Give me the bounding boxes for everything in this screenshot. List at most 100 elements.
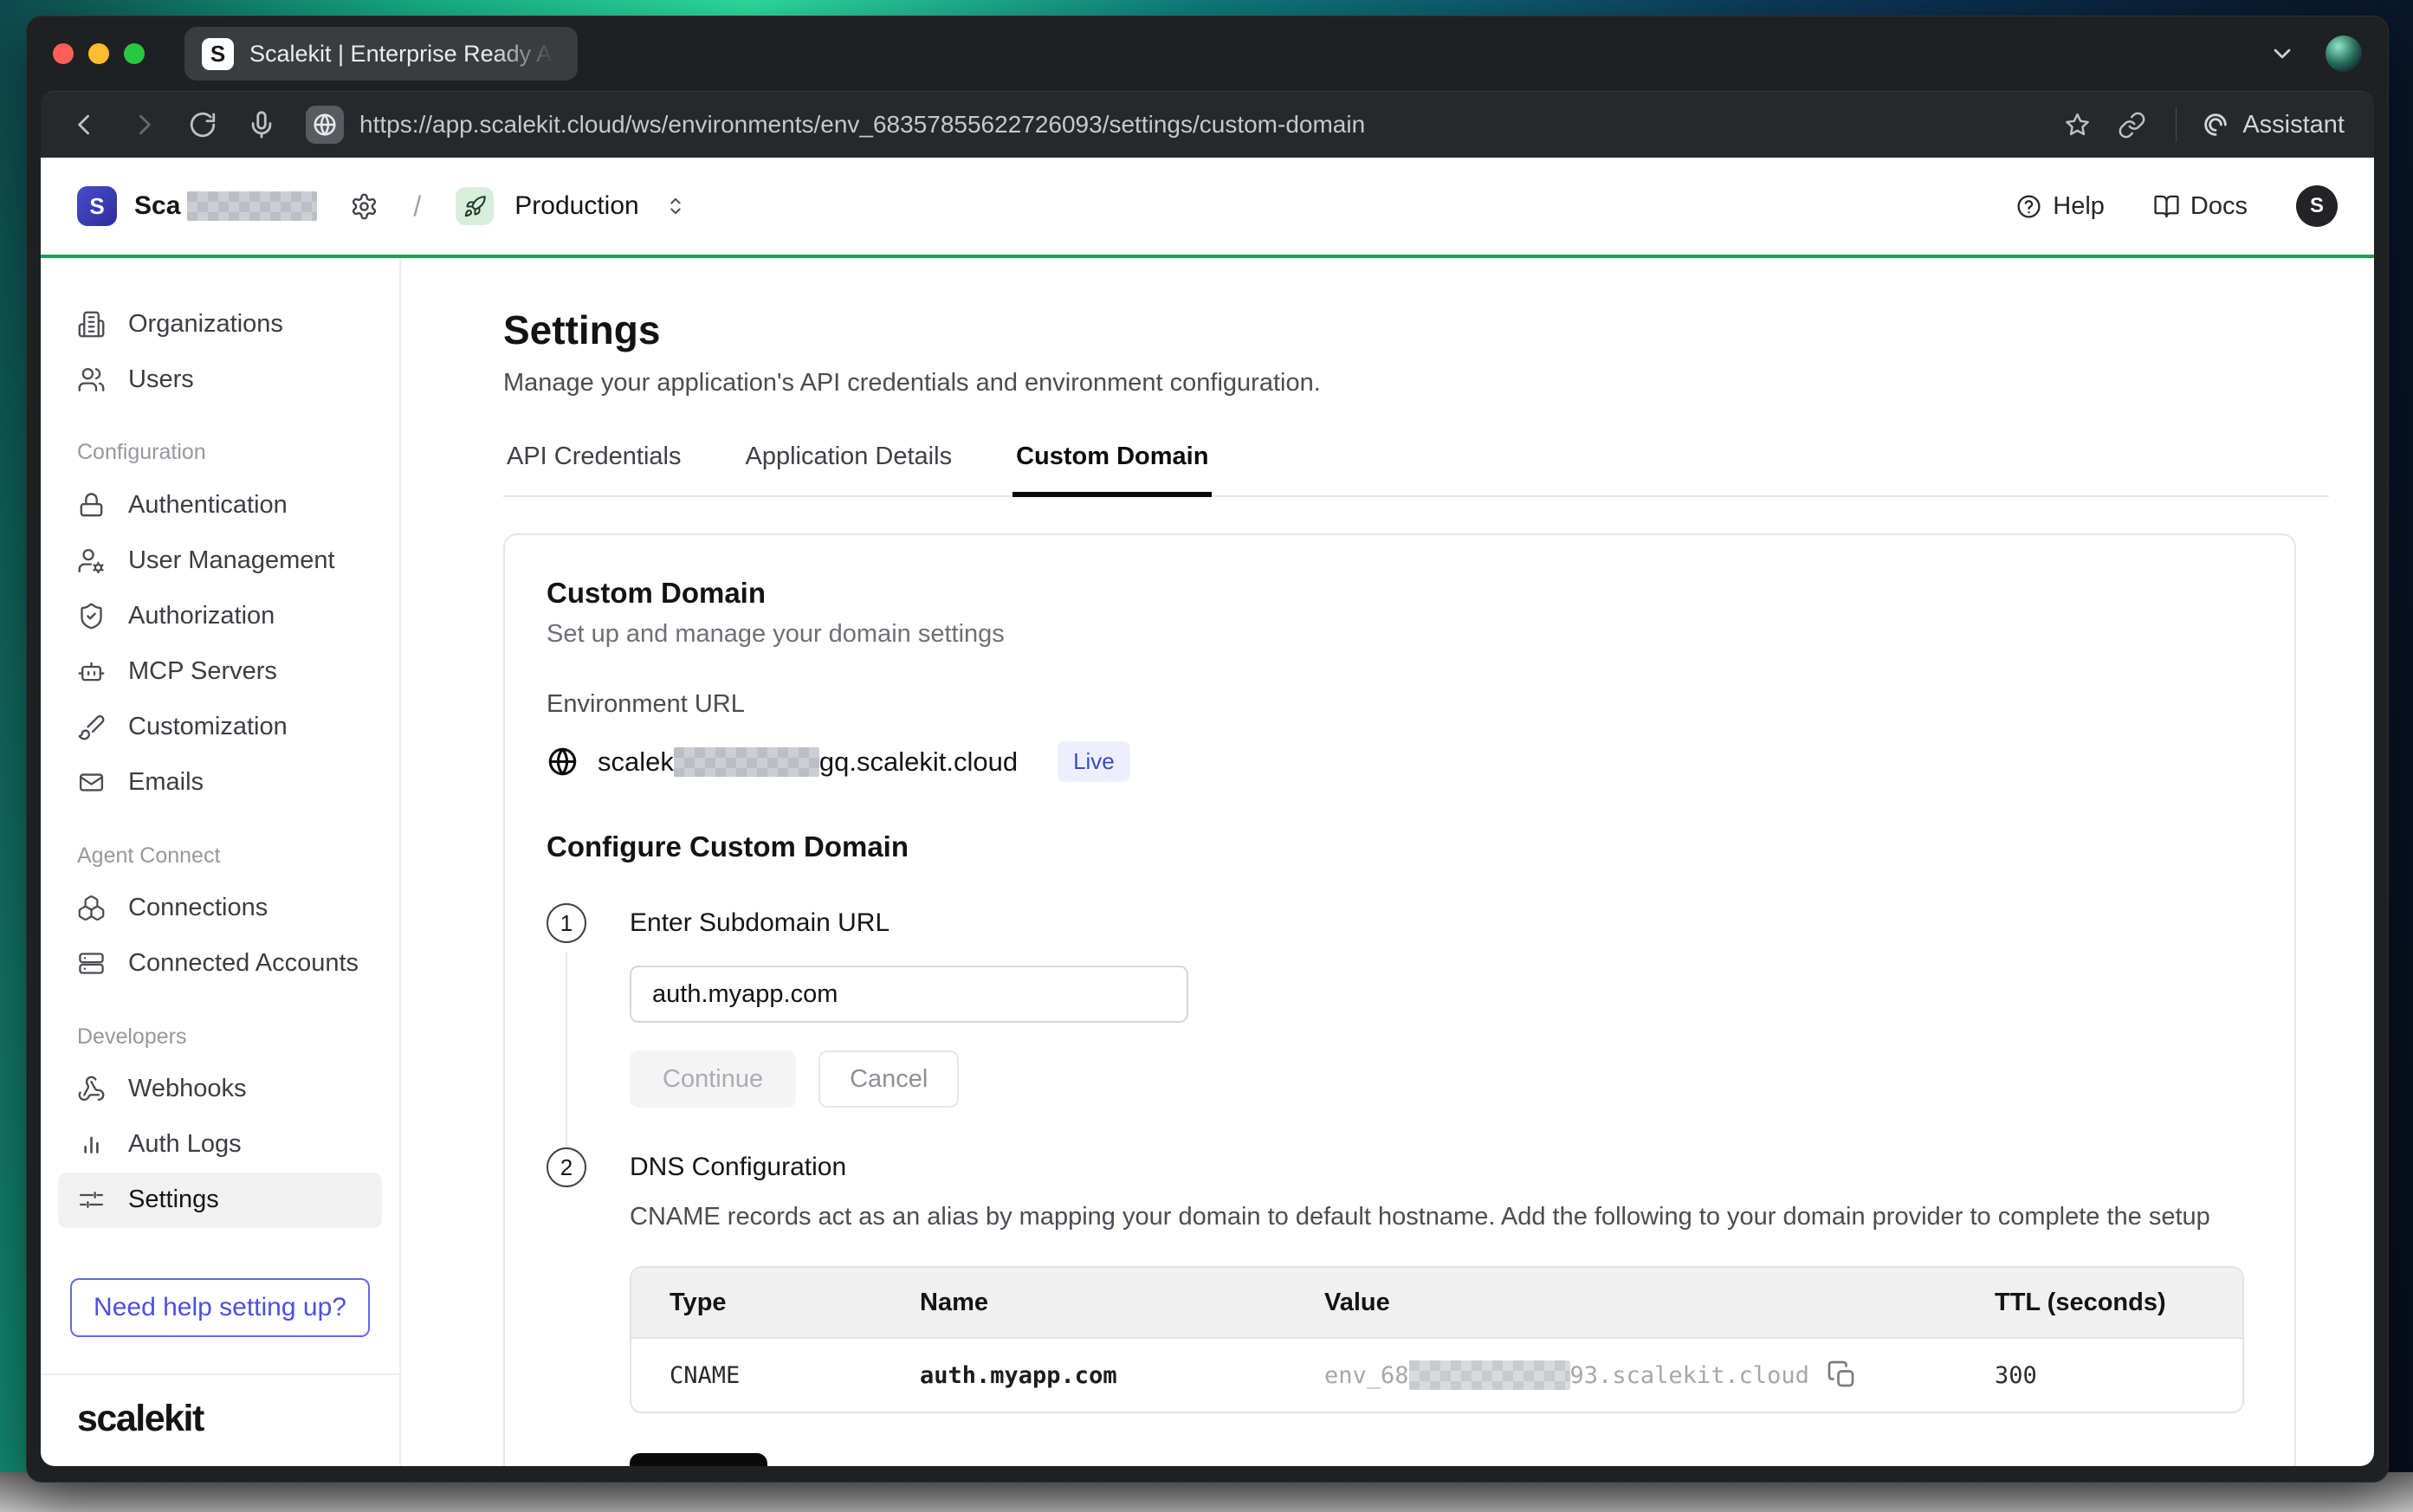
help-label: Help <box>2053 192 2105 221</box>
continue-button[interactable]: Continue <box>630 1050 796 1108</box>
workspace-name-prefix: Sca <box>134 191 180 221</box>
sidebar-item-authentication[interactable]: Authentication <box>58 477 382 533</box>
globe-icon <box>547 746 579 778</box>
question-circle-icon <box>2015 193 2042 220</box>
tab-title: Scalekit | Enterprise Ready A <box>249 41 560 68</box>
page-title: Settings <box>503 307 2329 353</box>
browser-toolbar: https://app.scalekit.cloud/ws/environmen… <box>41 92 2374 158</box>
sidebar-item-label: Settings <box>128 1186 219 1214</box>
step-1-buttons: Continue Cancel <box>630 1050 2253 1108</box>
sidebar-item-settings[interactable]: Settings <box>58 1173 382 1228</box>
sidebar-item-customization[interactable]: Customization <box>58 699 382 754</box>
dns-table-row: CNAME auth.myapp.com env_68 93.scalekit.… <box>631 1337 2242 1412</box>
reload-icon[interactable] <box>188 110 217 139</box>
forward-icon[interactable] <box>129 110 158 139</box>
page-subtitle: Manage your application's API credential… <box>503 369 2329 397</box>
mail-icon <box>77 768 106 797</box>
configure-custom-domain-title: Configure Custom Domain <box>547 830 2253 863</box>
browser-tab[interactable]: S Scalekit | Enterprise Ready A <box>184 27 578 81</box>
tab-custom-domain[interactable]: Custom Domain <box>1012 443 1212 497</box>
sidebar-section-configuration: Configuration <box>58 440 382 465</box>
step-1-title: Enter Subdomain URL <box>630 903 2253 943</box>
sidebar-item-label: Webhooks <box>128 1075 247 1103</box>
col-type: Type <box>631 1289 882 1317</box>
live-badge: Live <box>1058 741 1130 782</box>
copy-icon[interactable] <box>1827 1360 1858 1391</box>
step-2-number: 2 <box>547 1147 586 1187</box>
sidebar-item-emails[interactable]: Emails <box>58 755 382 811</box>
book-open-icon <box>2153 193 2180 220</box>
subdomain-input[interactable] <box>630 966 1188 1023</box>
sidebar-item-mcp-servers[interactable]: MCP Servers <box>58 643 382 699</box>
workspace-settings-gear-icon[interactable] <box>350 192 378 221</box>
browser-profile-avatar[interactable] <box>2326 36 2362 72</box>
browser-shell: https://app.scalekit.cloud/ws/environmen… <box>41 91 2374 1466</box>
scalekit-logo: scalekit <box>77 1398 204 1439</box>
sidebar-item-users[interactable]: Users <box>58 352 382 407</box>
sidebar-item-authorization[interactable]: Authorization <box>58 588 382 643</box>
url-text: https://app.scalekit.cloud/ws/environmen… <box>359 111 1365 139</box>
environment-rocket-icon <box>456 187 494 225</box>
bot-icon <box>77 657 106 686</box>
toolbar-divider <box>2176 107 2177 142</box>
sidebar-item-label: Authentication <box>128 491 288 520</box>
app-body: Organizations Users Configuration Authen… <box>41 258 2374 1466</box>
workspace-logo[interactable]: S <box>77 186 117 226</box>
user-avatar[interactable]: S <box>2296 185 2338 227</box>
sidebar-item-label: Customization <box>128 713 288 741</box>
sidebar-item-connected-accounts[interactable]: Connected Accounts <box>58 936 382 992</box>
workspace-name: Sca <box>134 191 324 221</box>
workspace-breadcrumb: S Sca / Production <box>77 186 688 226</box>
mic-icon[interactable] <box>247 110 276 139</box>
step-2-description: CNAME records act as an alias by mapping… <box>630 1203 2253 1231</box>
copy-link-icon[interactable] <box>2118 111 2146 139</box>
settings-tabs: API Credentials Application Details Cust… <box>503 443 2329 497</box>
minimize-window-button[interactable] <box>88 43 109 64</box>
maximize-window-button[interactable] <box>124 43 145 64</box>
bar-chart-icon <box>77 1130 106 1159</box>
verify-button[interactable]: Verify <box>630 1453 767 1466</box>
sidebar-item-organizations[interactable]: Organizations <box>58 296 382 352</box>
sidebar-item-webhooks[interactable]: Webhooks <box>58 1062 382 1117</box>
sidebar: Organizations Users Configuration Authen… <box>41 258 401 1466</box>
sidebar-item-label: Auth Logs <box>128 1130 242 1159</box>
main-content: Settings Manage your application's API c… <box>401 258 2374 1466</box>
back-icon[interactable] <box>70 110 100 139</box>
tabstrip-right <box>2268 36 2362 72</box>
site-globe-icon <box>306 106 344 144</box>
address-bar[interactable]: https://app.scalekit.cloud/ws/environmen… <box>306 106 2063 144</box>
cell-value-prefix: env_68 <box>1324 1362 1409 1389</box>
environment-url-suffix: gq.scalekit.cloud <box>819 746 1018 778</box>
sliders-icon <box>77 1186 106 1214</box>
paintbrush-icon <box>77 713 106 741</box>
sidebar-item-label: User Management <box>128 546 335 575</box>
bookmark-star-icon[interactable] <box>2063 111 2092 139</box>
step-1-number: 1 <box>547 903 586 943</box>
lock-icon <box>77 491 106 520</box>
sidebar-item-label: MCP Servers <box>128 657 277 686</box>
environment-url-label: Environment URL <box>547 690 2253 719</box>
tab-application-details[interactable]: Application Details <box>742 443 956 497</box>
environment-switcher-chevrons-icon[interactable] <box>663 194 688 218</box>
tab-api-credentials[interactable]: API Credentials <box>503 443 685 497</box>
boxes-icon <box>77 894 106 922</box>
environment-url-row: scalek gq.scalekit.cloud Live <box>547 741 2253 782</box>
assistant-label: Assistant <box>2242 111 2345 139</box>
assistant-button[interactable]: Assistant <box>2201 110 2345 139</box>
sidebar-section-agent-connect: Agent Connect <box>58 843 382 869</box>
sidebar-item-user-management[interactable]: User Management <box>58 533 382 588</box>
help-button[interactable]: Help <box>2015 192 2105 221</box>
sidebar-item-auth-logs[interactable]: Auth Logs <box>58 1117 382 1173</box>
cell-name: auth.myapp.com <box>882 1362 1286 1389</box>
sidebar-item-connections[interactable]: Connections <box>58 881 382 936</box>
sidebar-item-label: Emails <box>128 768 204 797</box>
sidebar-item-label: Organizations <box>128 310 283 339</box>
chevron-down-icon[interactable] <box>2268 40 2296 68</box>
cancel-button[interactable]: Cancel <box>818 1050 959 1108</box>
app-header: S Sca / Production <box>41 158 2374 258</box>
webhook-icon <box>77 1075 106 1103</box>
close-window-button[interactable] <box>53 43 74 64</box>
docs-button[interactable]: Docs <box>2153 192 2248 221</box>
need-help-button[interactable]: Need help setting up? <box>70 1278 370 1337</box>
sidebar-footer: scalekit <box>41 1373 399 1466</box>
